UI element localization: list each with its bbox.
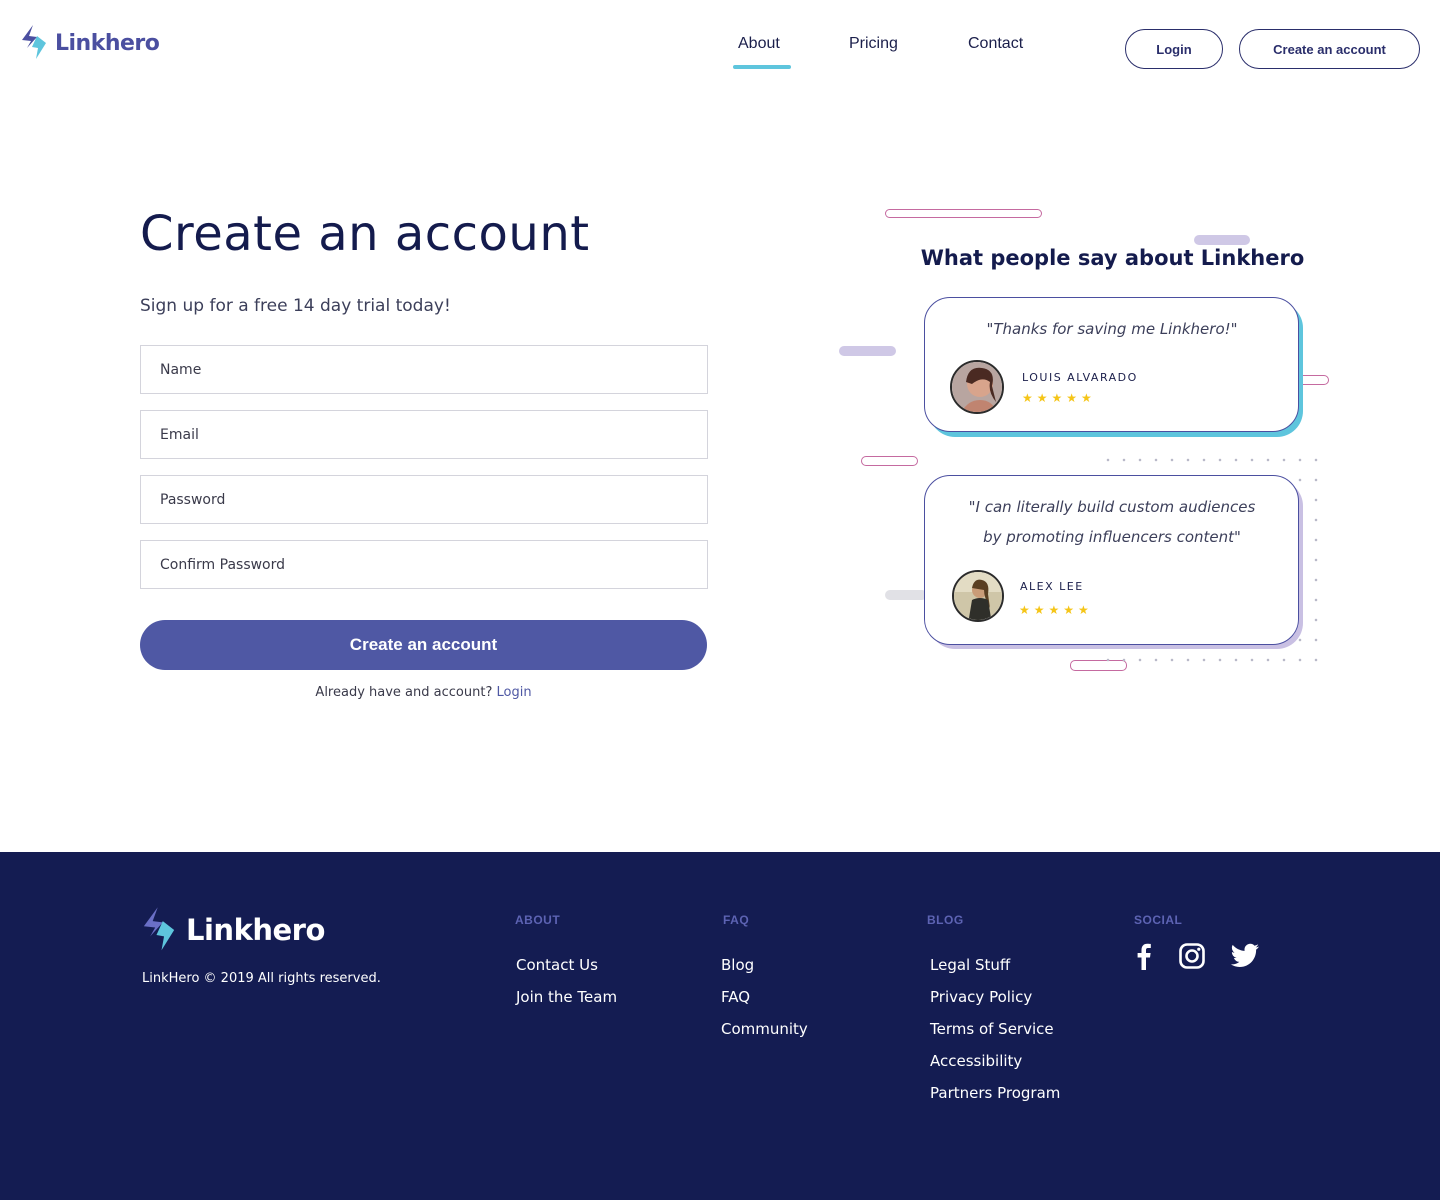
- email-field[interactable]: [140, 410, 708, 459]
- name-field[interactable]: [140, 345, 708, 394]
- footer-link-accessibility[interactable]: Accessibility: [930, 1052, 1022, 1070]
- twitter-icon[interactable]: [1230, 942, 1260, 970]
- decor-pill: [885, 590, 927, 600]
- footer-heading-about: ABOUT: [515, 913, 561, 927]
- decor-pill: [885, 209, 1042, 218]
- brand-logo[interactable]: Linkhero: [19, 24, 160, 62]
- testimonial-quote-line-1: "I can literally build custom audiences: [968, 498, 1256, 516]
- testimonial-card: "Thanks for saving me Linkhero!" LOUIS A…: [924, 297, 1299, 432]
- nav-contact[interactable]: Contact: [968, 35, 1023, 53]
- site-footer: Linkhero LinkHero © 2019 All rights rese…: [0, 852, 1440, 1200]
- footer-brand-name: Linkhero: [186, 913, 325, 947]
- nav-about[interactable]: About: [738, 35, 780, 53]
- footer-link-partners-program[interactable]: Partners Program: [930, 1084, 1060, 1102]
- testimonial-author: LOUIS ALVARADO: [1022, 371, 1138, 384]
- login-link[interactable]: Login: [496, 685, 531, 700]
- footer-link-terms-of-service[interactable]: Terms of Service: [930, 1020, 1054, 1038]
- create-account-submit-button[interactable]: Create an account: [140, 620, 707, 670]
- footer-heading-blog: BLOG: [927, 913, 964, 927]
- site-header: Linkhero About Pricing Contact Login Cre…: [0, 0, 1440, 90]
- footer-heading-social: SOCIAL: [1134, 913, 1183, 927]
- testimonial-card: "I can literally build custom audiences …: [924, 475, 1299, 645]
- footer-heading-faq: FAQ: [723, 913, 750, 927]
- footer-link-blog[interactable]: Blog: [721, 956, 754, 974]
- rating-stars: ★★★★★: [1022, 391, 1096, 405]
- nav-pricing[interactable]: Pricing: [849, 35, 898, 53]
- footer-link-contact-us[interactable]: Contact Us: [516, 956, 598, 974]
- create-account-header-button[interactable]: Create an account: [1239, 29, 1420, 69]
- page-title: Create an account: [140, 206, 590, 262]
- linkhero-logo-icon: [143, 907, 175, 951]
- testimonials-heading: What people say about Linkhero: [920, 246, 1305, 270]
- decor-pill: [839, 346, 896, 356]
- footer-link-community[interactable]: Community: [721, 1020, 808, 1038]
- login-prompt-text: Already have and account?: [315, 685, 493, 700]
- linkhero-logo-icon: [22, 25, 46, 59]
- footer-brand-logo[interactable]: Linkhero: [140, 906, 325, 954]
- testimonial-quote: "Thanks for saving me Linkhero!": [986, 320, 1238, 338]
- instagram-icon[interactable]: [1178, 942, 1206, 970]
- page-subtitle: Sign up for a free 14 day trial today!: [140, 296, 451, 316]
- copyright-text: LinkHero © 2019 All rights reserved.: [142, 971, 381, 986]
- testimonial-quote-line-2: by promoting influencers content": [983, 528, 1241, 546]
- password-field[interactable]: [140, 475, 708, 524]
- testimonial-author: ALEX LEE: [1020, 580, 1084, 593]
- confirm-password-field[interactable]: [140, 540, 708, 589]
- avatar-photo-icon: [954, 572, 1002, 620]
- footer-link-privacy-policy[interactable]: Privacy Policy: [930, 988, 1032, 1006]
- decor-pill: [1194, 235, 1250, 245]
- avatar: [952, 570, 1004, 622]
- footer-link-legal-stuff[interactable]: Legal Stuff: [930, 956, 1010, 974]
- footer-link-faq[interactable]: FAQ: [721, 988, 750, 1006]
- footer-link-join-the-team[interactable]: Join the Team: [516, 988, 617, 1006]
- decor-pill: [861, 456, 918, 466]
- avatar-photo-icon: [952, 362, 1002, 412]
- avatar: [950, 360, 1004, 414]
- login-button[interactable]: Login: [1125, 29, 1223, 69]
- nav-active-indicator: [733, 65, 791, 69]
- facebook-icon[interactable]: [1130, 942, 1158, 970]
- brand-name: Linkhero: [55, 30, 160, 56]
- rating-stars: ★★★★★: [1019, 603, 1093, 617]
- login-prompt: Already have and account? Login: [0, 685, 847, 700]
